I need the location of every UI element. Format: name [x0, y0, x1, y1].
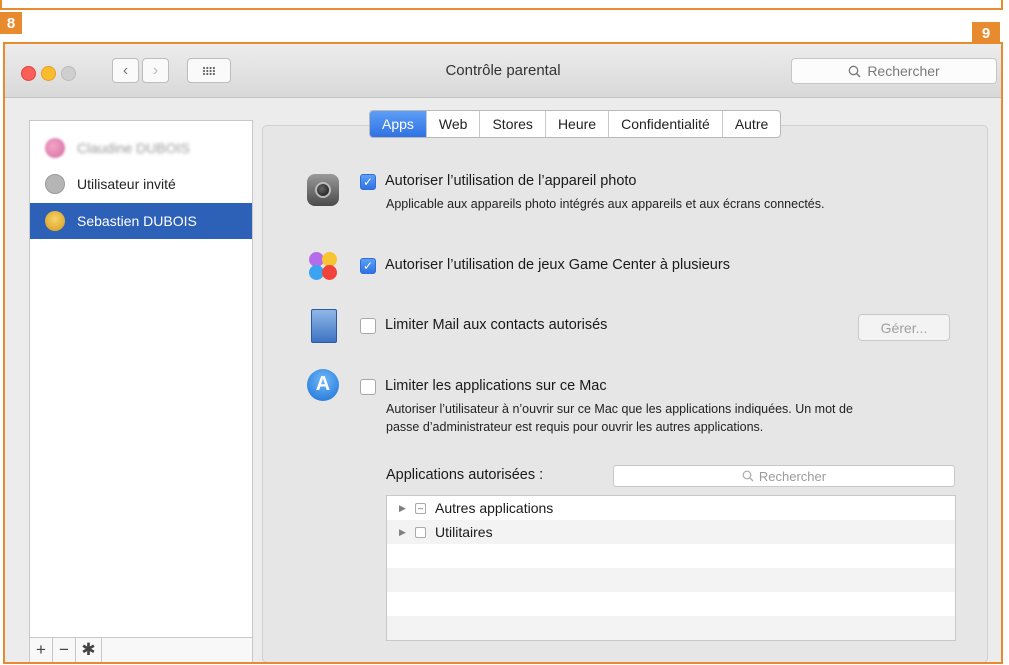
remove-user-button[interactable]: −: [53, 638, 76, 662]
game-center-label: Autoriser l’utilisation de jeux Game Cen…: [385, 257, 730, 273]
tab-heure[interactable]: Heure: [546, 111, 610, 137]
camera-checkbox[interactable]: ✓: [360, 174, 376, 190]
add-user-button[interactable]: +: [30, 638, 53, 662]
empty-row: [387, 544, 955, 568]
app-store-icon: A: [307, 369, 339, 401]
preferences-window: ‹ › Contrôle parental Rechercher Claudin…: [3, 42, 1003, 664]
guest-avatar-icon: [45, 174, 65, 194]
callout-badge-9: 9: [972, 22, 1000, 44]
camera-icon: [307, 174, 339, 206]
settings-gear-button[interactable]: ✱: [76, 638, 102, 662]
user-item-sebastien[interactable]: Sebastien DUBOIS: [30, 203, 252, 239]
limit-apps-description-line1: Autoriser l’utilisateur à n’ouvrir sur c…: [386, 402, 853, 416]
tab-confidentialite[interactable]: Confidentialité: [609, 111, 723, 137]
user-item-guest[interactable]: Utilisateur invité: [30, 167, 252, 201]
limit-apps-checkbox[interactable]: [360, 379, 376, 395]
title-bar: ‹ › Contrôle parental Rechercher: [5, 44, 1001, 98]
disclosure-triangle-icon[interactable]: ▶: [399, 527, 409, 538]
mail-checkbox[interactable]: [360, 318, 376, 334]
list-item-utilitaires[interactable]: ▶ Utilitaires: [387, 520, 955, 544]
allowed-apps-label: Applications autorisées :: [386, 467, 544, 483]
allowed-apps-search-placeholder: Rechercher: [758, 468, 827, 484]
camera-label: Autoriser l’utilisation de l’appareil ph…: [385, 173, 637, 189]
top-frame-strip: [0, 0, 1003, 10]
tab-apps[interactable]: Apps: [370, 111, 427, 137]
search-icon: [848, 65, 861, 77]
sidebar-footer: + − ✱: [30, 637, 252, 662]
search-field[interactable]: Rechercher: [791, 58, 997, 84]
manage-contacts-button[interactable]: Gérer...: [858, 314, 950, 341]
allowed-apps-search[interactable]: Rechercher: [613, 465, 955, 487]
tab-stores[interactable]: Stores: [480, 111, 546, 137]
user-name: Sebastien DUBOIS: [77, 213, 197, 229]
mail-label: Limiter Mail aux contacts autorisés: [385, 317, 608, 333]
disclosure-triangle-icon[interactable]: ▶: [399, 503, 409, 514]
empty-row: [387, 592, 955, 616]
empty-checkbox[interactable]: [415, 526, 426, 538]
search-icon: [742, 470, 754, 482]
mixed-checkbox[interactable]: –: [415, 502, 426, 514]
user-list-sidebar: Claudine DUBOIS Utilisateur invité Sebas…: [29, 120, 253, 662]
list-item-autres-applications[interactable]: ▶ – Autres applications: [387, 496, 955, 520]
tab-autre[interactable]: Autre: [723, 111, 780, 137]
avatar: [45, 138, 65, 158]
tab-bar: Apps Web Stores Heure Confidentialité Au…: [369, 110, 782, 138]
search-placeholder: Rechercher: [867, 63, 940, 79]
mail-stamp-icon: [311, 309, 337, 343]
game-center-icon: [307, 250, 339, 282]
callout-badge-8: 8: [0, 12, 22, 34]
limit-apps-label: Limiter les applications sur ce Mac: [385, 378, 607, 394]
user-item-claudine[interactable]: Claudine DUBOIS: [30, 131, 252, 165]
user-name: Claudine DUBOIS: [77, 140, 190, 156]
avatar: [45, 211, 65, 231]
game-center-checkbox[interactable]: ✓: [360, 258, 376, 274]
camera-description: Applicable aux appareils photo intégrés …: [386, 197, 825, 211]
user-name: Utilisateur invité: [77, 176, 176, 192]
list-item-label: Utilitaires: [435, 524, 493, 540]
tab-web[interactable]: Web: [427, 111, 481, 137]
empty-row: [387, 568, 955, 592]
limit-apps-description-line2: passe d’administrateur est requis pour o…: [386, 420, 764, 434]
allowed-apps-list: ▶ – Autres applications ▶ Utilitaires: [386, 495, 956, 641]
list-item-label: Autres applications: [435, 500, 554, 516]
empty-row: [387, 616, 955, 640]
